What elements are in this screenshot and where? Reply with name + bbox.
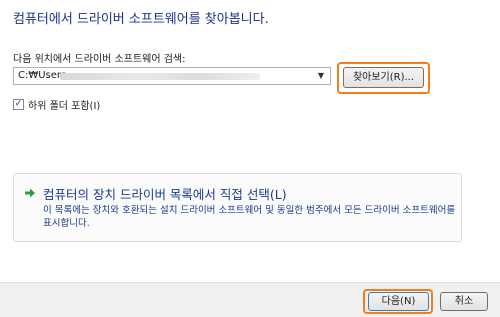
cancel-button[interactable]: 취소 — [440, 292, 488, 311]
include-subfolders-label[interactable]: 하위 폴더 포함(I) — [28, 97, 100, 112]
include-subfolders-row[interactable]: ✓ 하위 폴더 포함(I) — [13, 97, 100, 112]
pick-from-list-title[interactable]: 컴퓨터의 장치 드라이버 목록에서 직접 선택(L) — [43, 184, 287, 203]
search-location-label: 다음 위치에서 드라이버 소프트웨어 검색: — [13, 54, 186, 65]
pick-from-list-command-link[interactable]: 컴퓨터의 장치 드라이버 목록에서 직접 선택(L) 이 목록에는 장치와 호환… — [13, 173, 462, 242]
search-path-value[interactable]: C:₩Users — [18, 70, 66, 81]
browse-button[interactable]: 찾아보기(R)... — [343, 67, 424, 88]
pick-from-list-description: 이 목록에는 장치와 호환되는 설치 드라이버 소프트웨어 및 동일한 범주에서… — [43, 205, 456, 229]
chevron-down-icon[interactable]: ▼ — [314, 68, 328, 84]
green-arrow-right-icon — [25, 188, 35, 198]
search-path-combobox[interactable]: C:₩Users ▼ — [13, 67, 331, 85]
wizard-title: 컴퓨터에서 드라이버 소프트웨어를 찾아봅니다. — [13, 12, 269, 27]
redacted-path-segment — [60, 73, 260, 80]
include-subfolders-checkbox[interactable]: ✓ — [13, 99, 24, 110]
checkmark-icon: ✓ — [14, 99, 23, 109]
next-button[interactable]: 다음(N) — [368, 292, 429, 311]
